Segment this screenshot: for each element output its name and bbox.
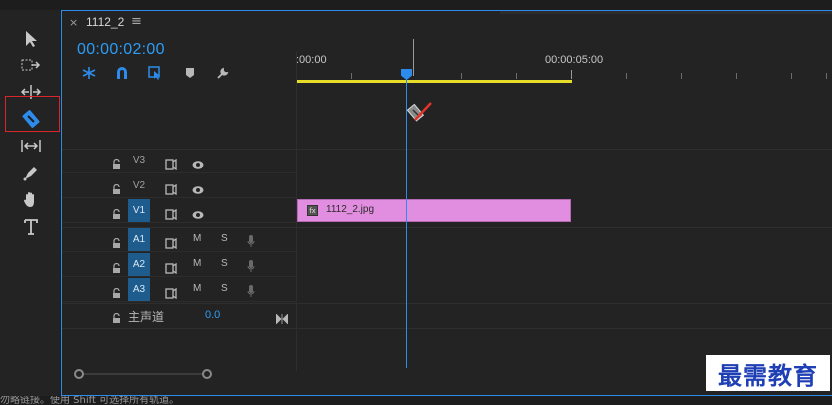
track-row-v1: V1 (62, 199, 296, 223)
eye-icon[interactable] (192, 205, 204, 224)
ruler-tick (571, 70, 572, 79)
tab-bar: × 1112_2 ≡ (62, 11, 832, 35)
lock-icon[interactable] (112, 284, 121, 303)
sync-lock-icon[interactable] (165, 205, 177, 224)
tab-menu-icon[interactable]: ≡ (131, 14, 142, 29)
ruler-tick (791, 73, 792, 79)
track-label-active[interactable]: A2 (128, 253, 150, 276)
scrollbar-left-handle[interactable] (74, 369, 84, 379)
microphone-icon[interactable] (247, 258, 255, 277)
linked-select-icon[interactable] (147, 65, 165, 81)
lock-icon[interactable] (112, 155, 121, 174)
track-select-tool-icon[interactable] (18, 54, 44, 76)
scrollbar-track (79, 373, 209, 375)
selection-tool-icon[interactable] (18, 28, 44, 50)
eye-icon[interactable] (192, 155, 204, 174)
track-row-master: 主声道 0.0 (62, 303, 296, 327)
watermark-logo: 最需教育 (706, 355, 830, 391)
microphone-icon[interactable] (247, 233, 255, 252)
ruler-label-5s: 00:00:05:00 (545, 54, 604, 66)
bottom-divider (62, 328, 832, 329)
tab-close-icon[interactable]: × (69, 16, 78, 29)
track-label-active[interactable]: A3 (128, 278, 150, 301)
pen-tool-icon[interactable] (18, 162, 44, 184)
clip-name: 1112_2.jpg (326, 204, 375, 215)
lock-icon[interactable] (112, 234, 121, 253)
selected-tool-highlight (5, 96, 60, 132)
mute-button[interactable]: M (193, 258, 201, 269)
master-track-label: 主声道 (128, 310, 165, 324)
sync-lock-icon[interactable] (165, 284, 177, 303)
mute-button[interactable]: M (193, 233, 201, 244)
lock-icon[interactable] (112, 180, 121, 199)
track-label-active[interactable]: A1 (128, 228, 150, 251)
sync-lock-icon[interactable] (165, 259, 177, 278)
solo-button[interactable]: S (221, 283, 228, 294)
tab-strip (500, 11, 832, 14)
ruler-tick (736, 73, 737, 79)
ruler-tick (681, 73, 682, 79)
track-row-a3: A3 M S (62, 278, 296, 302)
track-row-v2: V2 (62, 174, 296, 198)
video-audio-divider (62, 227, 832, 228)
snap-insert-icon[interactable] (80, 65, 98, 81)
wrench-icon[interactable] (214, 65, 232, 81)
microphone-icon[interactable] (247, 283, 255, 302)
track-row-a2: A2 M S (62, 253, 296, 277)
tools-panel (0, 10, 60, 396)
ruler-tick (516, 73, 517, 79)
fx-badge: fx (307, 205, 318, 216)
sync-lock-icon[interactable] (165, 155, 177, 174)
marker-icon[interactable] (181, 65, 199, 81)
lock-icon[interactable] (112, 205, 121, 224)
track-row-a1: A1 M S (62, 228, 296, 252)
track-label[interactable]: V2 (128, 174, 150, 197)
playhead-timecode[interactable]: 00:00:02:00 (77, 41, 165, 59)
mute-button[interactable]: M (193, 283, 201, 294)
solo-button[interactable]: S (221, 258, 228, 269)
tab-sequence-title[interactable]: 1112_2 (86, 15, 124, 29)
lock-icon[interactable] (112, 259, 121, 278)
zoom-scrollbar[interactable] (74, 369, 274, 379)
track-row-v3: V3 (62, 149, 296, 173)
razor-cursor-icon (406, 100, 433, 128)
hand-tool-icon[interactable] (18, 189, 44, 211)
scrollbar-right-handle[interactable] (202, 369, 212, 379)
go-to-edit-point-icon[interactable] (275, 309, 289, 328)
sync-lock-icon[interactable] (165, 234, 177, 253)
status-bar: 勿略链接。使用 Shift 可选择所有轨道。 (0, 396, 180, 405)
ruler-tick (826, 73, 827, 79)
playhead-guide (413, 39, 414, 76)
track-label[interactable]: V3 (128, 149, 150, 172)
master-volume-value[interactable]: 0.0 (205, 309, 220, 321)
type-tool-icon[interactable] (18, 216, 44, 238)
premiere-timeline-window: × 1112_2 ≡ 00:00:02:00 :00:00 00:00:05:0… (0, 0, 832, 405)
lock-icon[interactable] (112, 309, 121, 328)
magnet-icon[interactable] (113, 65, 131, 81)
master-divider (62, 303, 832, 304)
track-label-active[interactable]: V1 (128, 199, 150, 222)
ruler-tick (461, 73, 462, 79)
timeline-panel: × 1112_2 ≡ 00:00:02:00 :00:00 00:00:05:0… (61, 10, 832, 396)
ruler-label-start: :00:00 (296, 54, 327, 66)
time-ruler[interactable]: :00:00 00:00:05:00 (296, 51, 832, 85)
ruler-tick (351, 73, 352, 79)
video-clip[interactable]: fx 1112_2.jpg (297, 199, 571, 222)
slip-tool-icon[interactable] (18, 135, 44, 157)
track-headers: V3 V2 V1 A1 M S A2 M S A3 M S 主声道 0.0 (62, 149, 296, 329)
sync-lock-icon[interactable] (165, 180, 177, 199)
eye-icon[interactable] (192, 180, 204, 199)
work-area-bar[interactable] (296, 80, 572, 83)
solo-button[interactable]: S (221, 233, 228, 244)
ruler-tick (626, 73, 627, 79)
